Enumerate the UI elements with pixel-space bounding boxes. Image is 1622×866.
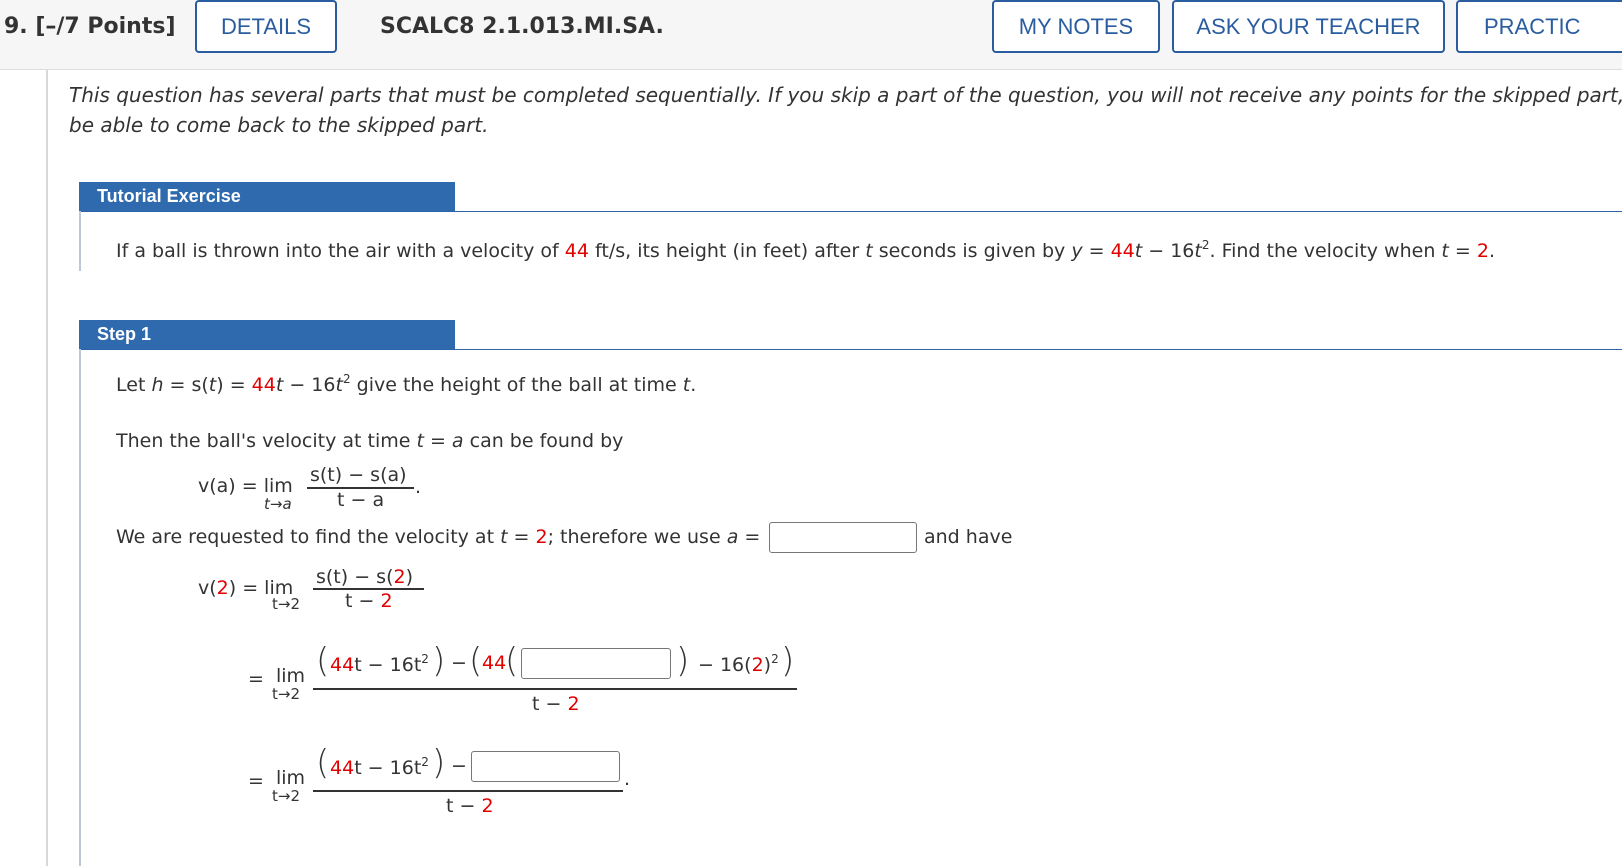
details-button-label: DETAILS [220,13,312,39]
minus-sign: − [451,755,467,777]
velocity-formula-numerator: s(t) − s(a) [310,464,407,486]
ask-teacher-label: ASK YOUR TEACHER [1196,13,1421,39]
and-have-text: and have [924,526,1013,548]
fraction-line [313,790,623,792]
step1-panel-border [79,349,81,866]
step1-panel-header: Step 1 [79,320,1622,350]
right-paren: ) [432,743,446,783]
row3-denominator: t − 2 [446,795,494,817]
tutorial-problem-statement: If a ball is thrown into the air with a … [116,238,1495,262]
v2-numerator: s(t) − s(2) [316,566,413,588]
row2-term-a: 44t − 16t2 [330,652,429,676]
tutorial-heading: Tutorial Exercise [79,182,455,211]
points-label: [–/7 Points] [35,14,176,39]
intro-text: This question has several parts that mus… [69,80,1622,140]
equals-sign: = [248,770,264,792]
tutorial-panel-header: Tutorial Exercise [79,182,1622,212]
tutorial-panel-border [79,211,81,271]
step1-heading: Step 1 [79,320,455,349]
row2-coef: 44 [482,652,507,674]
question-number: 9. [4,14,28,39]
answer-input-row2[interactable] [521,648,671,679]
problem-code: SCALC8 2.1.013.MI.SA. [380,14,664,39]
my-notes-button[interactable]: MY NOTES [992,0,1160,53]
left-rule [46,70,48,866]
limit-subscript-2: t→2 [272,787,300,805]
right-paren: ) [676,641,690,681]
intro-line-2: be able to come back to the skipped part… [69,113,489,137]
row3-period: . [624,768,631,790]
practice-button[interactable]: PRACTIC [1456,0,1622,53]
limit-label: lim [276,665,306,687]
limit-label: lim [276,767,306,789]
v2-denominator: t − 2 [345,590,393,612]
ask-teacher-button[interactable]: ASK YOUR TEACHER [1172,0,1445,53]
row2-denominator: t − 2 [532,693,580,715]
equals-sign: = [248,668,264,690]
velocity-formula-denominator: t − a [337,489,385,511]
row2-tail: − 16(2)2 [698,652,779,676]
velocity-formula-lhs: v(a) = lim [198,475,293,497]
my-notes-label: MY NOTES [1018,13,1134,39]
details-button[interactable]: DETAILS [195,0,337,53]
question-header: 9. [–/7 Points] DETAILS SCALC8 2.1.013.M… [0,0,1622,70]
left-paren: ( [505,641,519,681]
formula-period: . [415,476,422,498]
answer-input-row3[interactable] [471,751,620,782]
limit-subscript-2: t→2 [272,595,300,613]
left-paren: ( [469,641,483,681]
right-paren: ) [432,641,446,681]
minus-sign: − [451,652,467,674]
left-paren: ( [316,641,330,681]
left-paren: ( [316,743,330,783]
fraction-line [313,688,797,690]
practice-label: PRACTIC [1484,13,1581,39]
right-paren: ) [781,641,795,681]
question-points: 9. [–/7 Points] [4,14,176,39]
answer-input-a[interactable] [769,522,917,553]
limit-subscript-2: t→2 [272,685,300,703]
limit-subscript-a: t→a [264,495,292,513]
row3-term-a: 44t − 16t2 [330,755,429,779]
intro-line-1: This question has several parts that mus… [69,83,1622,107]
step1-then-line: Then the ball's velocity at time t = a c… [116,430,624,452]
step1-request-line: We are requested to find the velocity at… [116,526,761,548]
step1-let-line: Let h = s(t) = 44t − 16t2 give the heigh… [116,372,697,396]
